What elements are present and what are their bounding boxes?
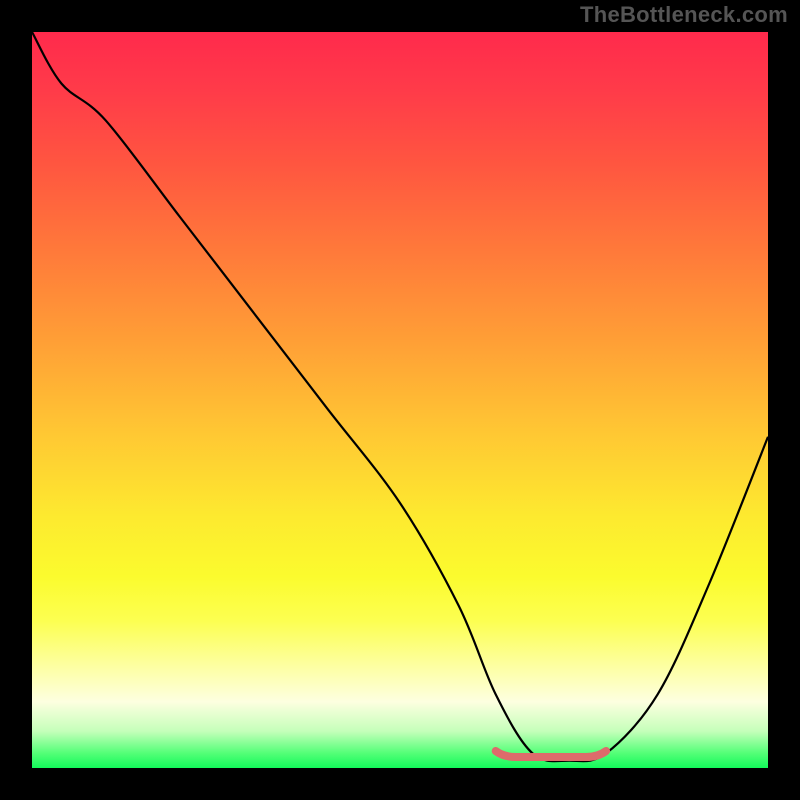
plot-area [32,32,768,768]
min-plateau-marker [496,751,606,757]
chart-frame: TheBottleneck.com [0,0,800,800]
bottleneck-curve-path [32,32,768,761]
curve-svg [32,32,768,768]
watermark-text: TheBottleneck.com [580,2,788,28]
